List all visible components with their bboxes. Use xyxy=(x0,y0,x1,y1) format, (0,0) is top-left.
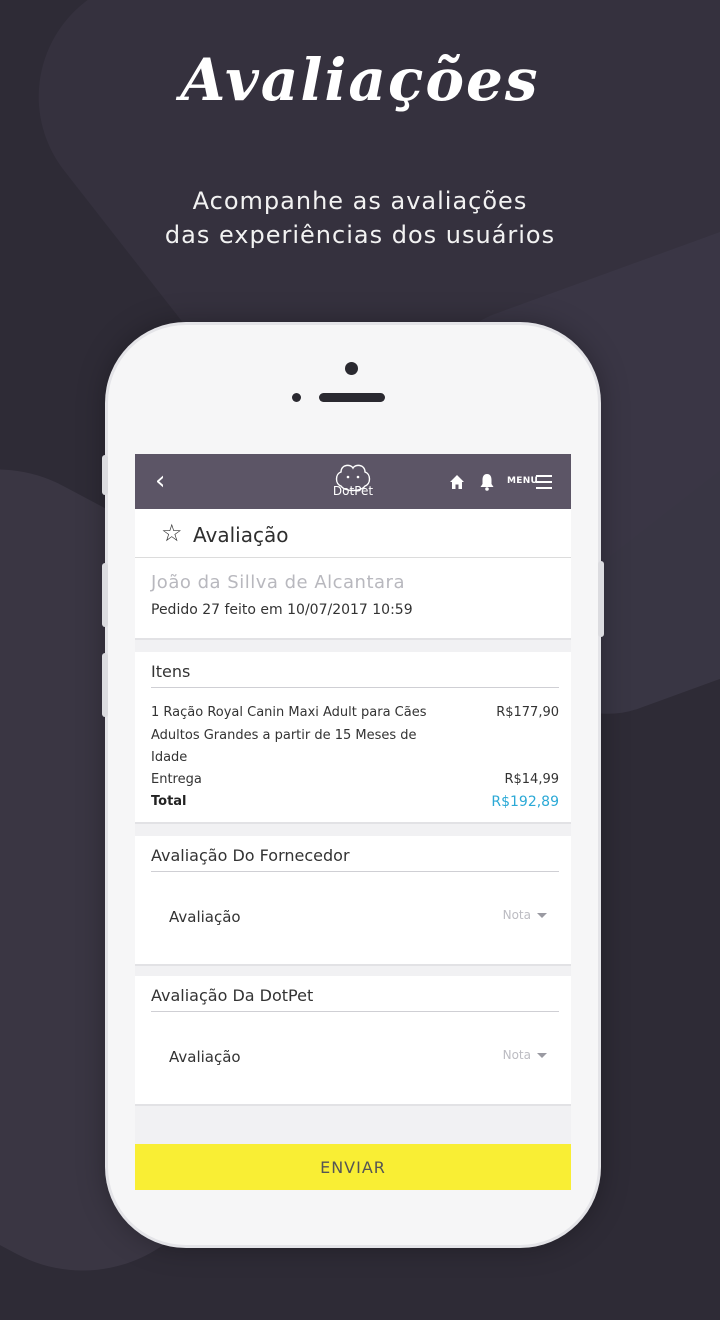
page-title: Avaliação xyxy=(193,523,289,547)
supplier-rating-label: Avaliação xyxy=(169,908,241,926)
page-title-bar: ☆ Avaliação xyxy=(135,509,571,558)
phone-camera xyxy=(345,362,358,375)
bell-icon[interactable] xyxy=(479,473,495,491)
order-summary-card: João da Sillva de Alcantara Pedido 27 fe… xyxy=(135,558,571,640)
promo-subline: Acompanhe as avaliações das experiências… xyxy=(0,184,720,252)
chevron-down-icon xyxy=(537,1053,547,1058)
promo-headline: Avaliações xyxy=(180,46,540,114)
supplier-rating-placeholder: Nota xyxy=(502,908,531,922)
dotpet-rating-card: Avaliação Da DotPet Avaliação Nota xyxy=(135,976,571,1106)
item-description: 1 Ração Royal Canin Maxi Adult para Cães… xyxy=(151,705,427,765)
phone-volume-up xyxy=(102,563,108,627)
dotpet-rating-heading: Avaliação Da DotPet xyxy=(151,986,559,1012)
chevron-down-icon xyxy=(537,913,547,918)
dotpet-rating-select[interactable]: Nota xyxy=(503,1048,547,1062)
delivery-value: R$14,99 xyxy=(504,772,559,787)
dotpet-rating-label: Avaliação xyxy=(169,1048,241,1066)
app-screen: ‹ DotPet MENU ☆ Avaliação João da Sillva… xyxy=(135,454,571,1190)
home-icon[interactable] xyxy=(449,474,465,490)
supplier-rating-select[interactable]: Nota xyxy=(503,908,547,922)
customer-name: João da Sillva de Alcantara xyxy=(151,572,405,593)
dotpet-rating-placeholder: Nota xyxy=(502,1048,531,1062)
supplier-rating-heading: Avaliação Do Fornecedor xyxy=(151,846,559,872)
phone-volume-down xyxy=(102,653,108,717)
delivery-label: Entrega xyxy=(151,772,202,787)
promo-subline-line-1: Acompanhe as avaliações xyxy=(192,187,528,215)
phone-power-button xyxy=(598,561,604,637)
page-content: João da Sillva de Alcantara Pedido 27 fe… xyxy=(135,558,571,1190)
menu-label[interactable]: MENU xyxy=(507,476,538,486)
app-header: ‹ DotPet MENU xyxy=(135,454,571,509)
promo-subline-line-2: das experiências dos usuários xyxy=(164,221,556,249)
star-icon: ☆ xyxy=(161,519,183,547)
total-label: Total xyxy=(151,794,187,809)
phone-sensor xyxy=(292,393,301,402)
order-info: Pedido 27 feito em 10/07/2017 10:59 xyxy=(151,602,413,618)
items-card: Itens 1 Ração Royal Canin Maxi Adult par… xyxy=(135,652,571,824)
back-icon[interactable]: ‹ xyxy=(155,466,165,496)
total-value: R$192,89 xyxy=(491,794,559,810)
item-price: R$177,90 xyxy=(496,705,559,720)
phone-speaker xyxy=(319,393,385,402)
send-button[interactable]: ENVIAR xyxy=(135,1144,571,1190)
items-heading: Itens xyxy=(151,662,559,688)
supplier-rating-card: Avaliação Do Fornecedor Avaliação Nota xyxy=(135,836,571,966)
menu-icon[interactable] xyxy=(536,475,552,489)
app-logo-text: DotPet xyxy=(332,484,374,498)
phone-mute-switch xyxy=(102,455,108,495)
